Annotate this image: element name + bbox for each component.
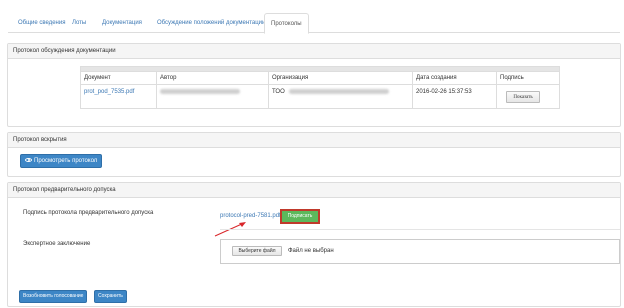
date-cell: 2016-02-26 15:37:53: [412, 85, 496, 108]
divider: [220, 229, 620, 230]
author-cell: [156, 85, 268, 108]
resume-voting-button[interactable]: Возобновить голосование: [19, 290, 88, 303]
column-header-date: Дата создания: [412, 72, 496, 84]
organization-cell: ТОО: [268, 85, 412, 108]
column-header-signature: Подпись: [496, 72, 559, 84]
choose-file-button[interactable]: Выберите файл: [232, 246, 282, 256]
table-row: prot_pod_7535.pdf ТОО 2016-02-26 15:37:5…: [81, 85, 559, 108]
view-protocol-button[interactable]: Просмотреть протокол: [20, 154, 103, 168]
column-header-document: Документ: [84, 75, 111, 81]
no-file-text: Файл не выбран: [288, 248, 334, 254]
tab-general[interactable]: Общие сведения: [12, 13, 71, 33]
organization-prefix: ТОО: [272, 89, 285, 95]
discussion-protocol-panel: Протокол обсуждения документации Докумен…: [7, 43, 621, 127]
save-button[interactable]: Сохранить: [94, 290, 127, 303]
opening-protocol-heading: Протокол вскрытия: [8, 133, 620, 148]
author-redacted: [160, 88, 240, 94]
organization-redacted: [289, 88, 390, 94]
opening-protocol-panel: Протокол вскрытия Просмотреть протокол: [7, 132, 621, 177]
tab-bar: Общие сведения Лоты Документация Обсужде…: [8, 13, 620, 34]
column-header-organization: Организация: [268, 72, 412, 84]
tab-documentation[interactable]: Документация: [96, 13, 148, 33]
document-link[interactable]: prot_pod_7535.pdf: [84, 89, 134, 95]
view-protocol-label: Просмотреть протокол: [34, 158, 98, 164]
preliminary-protocol-heading: Протокол предварительного допуска: [8, 183, 620, 198]
document-cell: prot_pod_7535.pdf: [81, 85, 156, 108]
sign-protocol-label: Подпись протокола предварительного допус…: [23, 210, 154, 216]
tab-protocols[interactable]: Протоколы: [264, 13, 309, 34]
tab-lots[interactable]: Лоты: [66, 13, 92, 33]
tab-discussion[interactable]: Обсуждение положений документации: [151, 13, 271, 33]
discussion-documents-table: Документ Автор Организация Дата создания…: [80, 66, 560, 109]
expert-file-field: Выберите файл Файл не выбран: [220, 239, 620, 264]
column-header-author: Автор: [156, 72, 268, 84]
sign-button[interactable]: Подписать: [280, 209, 320, 224]
eye-icon: [25, 158, 32, 163]
preliminary-protocol-panel: Протокол предварительного допуска Подпис…: [7, 182, 621, 307]
expert-conclusion-label: Экспертное заключение: [23, 241, 91, 247]
table-header-row: Документ Автор Организация Дата создания…: [81, 72, 559, 85]
show-signature-button[interactable]: Показать: [506, 91, 540, 103]
discussion-protocol-heading: Протокол обсуждения документации: [8, 44, 620, 59]
